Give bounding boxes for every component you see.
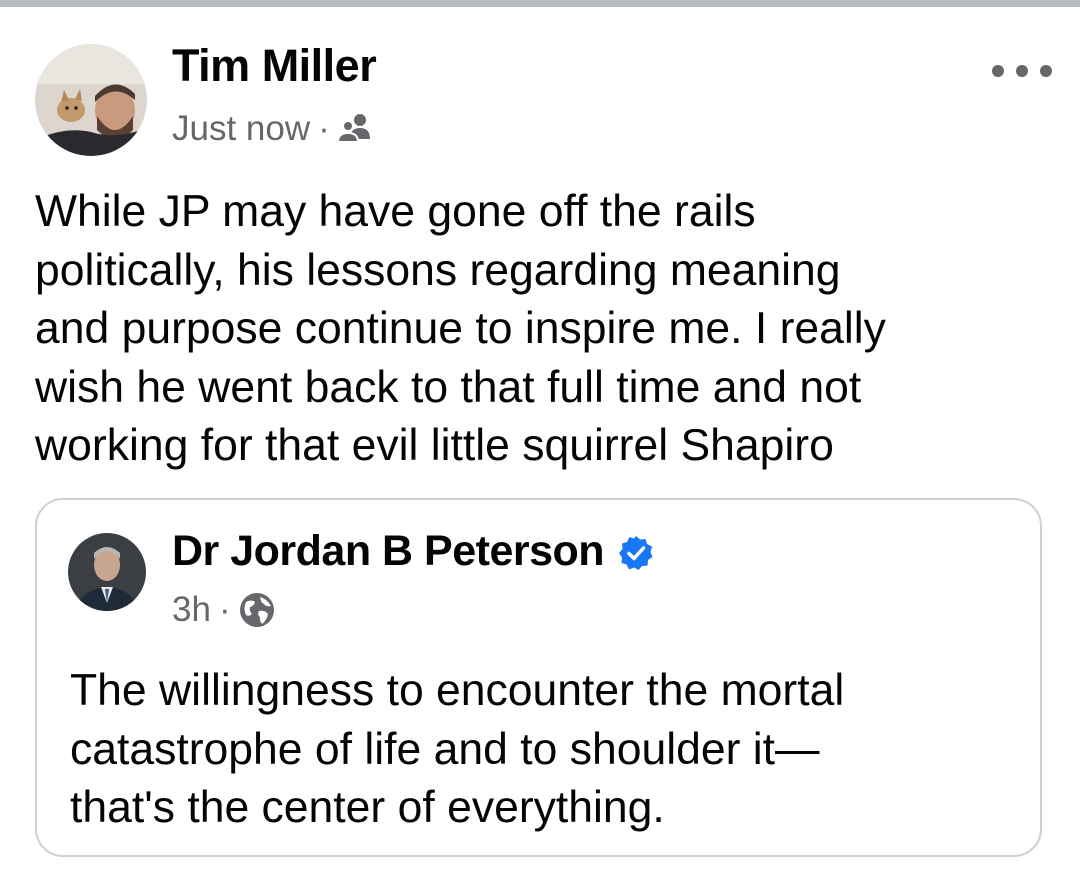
shared-post-time[interactable]: 3h (172, 589, 211, 631)
shared-post-card[interactable]: Dr Jordan B Peterson 3h · The willingnes… (35, 498, 1042, 857)
author-avatar[interactable] (35, 44, 147, 156)
globe-icon[interactable] (237, 590, 277, 630)
more-options-icon (992, 65, 1004, 77)
meta-separator: · (218, 590, 231, 629)
shared-post-text: The willingness to encounter the mortal … (70, 666, 845, 832)
shared-author-name[interactable]: Dr Jordan B Peterson (172, 527, 654, 575)
author-name[interactable]: Tim Miller (172, 41, 377, 91)
feed-post: Tim Miller Just now · While JP may have … (0, 7, 1080, 873)
shared-author-name-text[interactable]: Dr Jordan B Peterson (172, 527, 605, 575)
post-text: While JP may have gone off the rails pol… (35, 187, 886, 470)
post-meta: Just now · (172, 108, 376, 150)
shared-author-avatar[interactable] (68, 533, 146, 611)
meta-separator: · (318, 109, 330, 148)
friends-icon[interactable] (336, 109, 376, 149)
post-time[interactable]: Just now (172, 108, 310, 150)
verified-badge-icon (618, 534, 654, 570)
shared-post-meta: 3h · (172, 589, 277, 631)
top-divider (0, 0, 1080, 7)
more-options-button[interactable] (992, 55, 1052, 87)
